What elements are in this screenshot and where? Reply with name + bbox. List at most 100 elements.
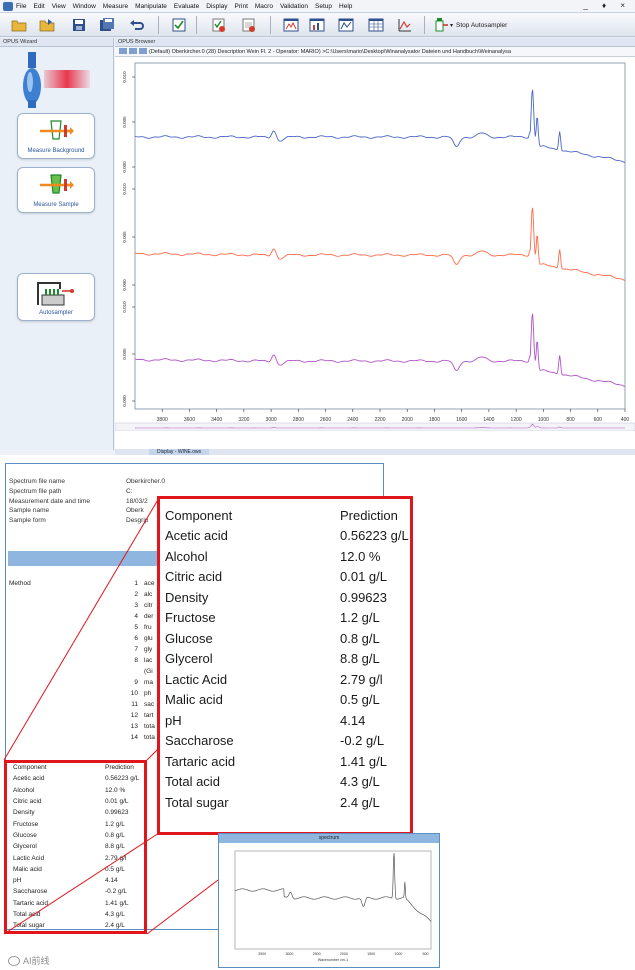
x-tick-label: 1400 bbox=[483, 417, 494, 423]
x-tick-label: 2600 bbox=[320, 417, 331, 423]
menu-print[interactable]: Print bbox=[235, 3, 248, 10]
open-folder-icon[interactable] bbox=[10, 16, 28, 34]
menu-edit[interactable]: Edit bbox=[33, 3, 44, 10]
stop-autosampler-button[interactable]: ▾ Stop Autosampler bbox=[433, 16, 507, 34]
component-name: Citric acid bbox=[165, 569, 223, 585]
menu-view[interactable]: View bbox=[52, 3, 66, 10]
menu-measure[interactable]: Measure bbox=[103, 3, 128, 10]
meta-value: Oberkircher.0 bbox=[126, 478, 166, 485]
prediction-value: 0.99623 bbox=[340, 589, 387, 605]
inset-spectrum-chart: 3500 3000 2500 2000 1500 1000 500 Wavenumber cm… bbox=[234, 850, 432, 962]
method-item: 6 glu bbox=[124, 635, 155, 646]
inset-x-tick-label: 1500 bbox=[367, 952, 375, 956]
meta-label: Sample name bbox=[9, 507, 50, 515]
component-name: Glucose bbox=[165, 630, 213, 646]
menu-display[interactable]: Display bbox=[206, 3, 227, 10]
method-item-text: tota bbox=[144, 723, 155, 730]
tab-display-wine[interactable]: Display - WINE.ows bbox=[149, 449, 210, 455]
spectra-chart[interactable]: 0.010 0.005 0.000 0.010 0.005 0.000 0.010 0.005… bbox=[115, 57, 635, 431]
plot-area bbox=[134, 62, 626, 410]
method-item-number: 8 bbox=[134, 657, 138, 664]
menu-window[interactable]: Window bbox=[73, 3, 96, 10]
method-item: 10 ph bbox=[124, 690, 155, 701]
method-item-number: 11 bbox=[131, 701, 138, 708]
component-name: Density bbox=[165, 589, 209, 605]
table-view-icon[interactable] bbox=[367, 16, 385, 34]
overview-strip[interactable] bbox=[115, 422, 635, 431]
large-table-row: pH 4.14 bbox=[165, 710, 409, 731]
large-table-row: Acetic acid 0.56223 g/L bbox=[165, 526, 409, 547]
prediction-value: 2.4 g/L bbox=[340, 794, 380, 810]
evaluate-icon[interactable] bbox=[210, 16, 228, 34]
prediction-table-enlarged: Component Prediction Acetic acid 0.56223 g/… bbox=[157, 496, 413, 835]
load-file-icon[interactable] bbox=[38, 16, 56, 34]
spectrometer-logo-icon bbox=[23, 52, 90, 108]
chart-view-icon[interactable] bbox=[308, 16, 326, 34]
save-icon[interactable] bbox=[70, 16, 88, 34]
document-tab-bar: Display - WINE.ows bbox=[115, 449, 635, 455]
menu-macro[interactable]: Macro bbox=[255, 3, 273, 10]
method-item-number: 10 bbox=[130, 690, 138, 697]
method-item-number: 7 bbox=[134, 646, 138, 653]
inset-x-tick-label: 2000 bbox=[340, 952, 348, 956]
stop-autosampler-label: Stop Autosampler bbox=[456, 21, 508, 29]
inset-x-tick-label: 1000 bbox=[394, 952, 402, 956]
report-icon[interactable] bbox=[240, 16, 258, 34]
method-item-text: fru bbox=[144, 624, 152, 631]
toolbar-separator bbox=[270, 16, 271, 34]
menu-evaluate[interactable]: Evaluate bbox=[174, 3, 199, 10]
component-name: Component bbox=[165, 507, 233, 523]
menu-file[interactable]: File bbox=[16, 3, 26, 10]
prediction-value: 0.5 g/L bbox=[340, 692, 380, 708]
method-item-text: lac bbox=[144, 657, 153, 664]
meta-label: Measurement date and time bbox=[9, 497, 90, 505]
method-item-text: sac bbox=[144, 701, 155, 708]
large-table-row: Glycerol 8.8 g/L bbox=[165, 649, 409, 670]
method-item: (Gi bbox=[124, 668, 155, 679]
window-controls[interactable]: _ ♦ × bbox=[583, 1, 631, 10]
method-item-text: ph bbox=[144, 690, 152, 697]
report-meta-labels: Spectrum file name Spectrum file path Me… bbox=[9, 478, 90, 527]
method-item-number: 5 bbox=[134, 624, 138, 631]
method-item-number: 4 bbox=[134, 613, 138, 620]
autosampler-button[interactable]: Autosampler bbox=[17, 273, 95, 321]
component-name: Glycerol bbox=[165, 651, 213, 667]
menu-setup[interactable]: Setup bbox=[315, 3, 332, 10]
x-tick-label: 1600 bbox=[456, 417, 467, 423]
save-as-icon[interactable] bbox=[98, 16, 116, 34]
toolbar-separator bbox=[424, 16, 425, 34]
method-item: 4 der bbox=[124, 613, 155, 624]
large-table-row: Tartaric acid 1.41 g/L bbox=[165, 751, 409, 772]
prediction-table-large: Component Prediction Acetic acid 0.56223 g/… bbox=[165, 505, 409, 813]
measure-sample-button[interactable]: Measure Sample bbox=[17, 167, 95, 213]
file-icon bbox=[139, 48, 147, 54]
measure-background-button[interactable]: Measure Background bbox=[17, 113, 95, 159]
spectrum-view-icon[interactable] bbox=[282, 16, 300, 34]
x-tick-label: 2800 bbox=[293, 417, 304, 423]
x-tick-label: 3200 bbox=[238, 417, 249, 423]
prediction-value: 4.14 bbox=[340, 712, 366, 728]
large-table-row: Saccharose -0.2 g/L bbox=[165, 731, 409, 752]
menu-help[interactable]: Help bbox=[339, 3, 352, 10]
inset-title: spectrum bbox=[219, 834, 439, 843]
peak-pick-icon[interactable] bbox=[396, 16, 414, 34]
spectrum-path-bar: (Default) Oberkircher.0 (28) Description… bbox=[115, 47, 635, 57]
browser-title: OPUS Browser bbox=[115, 38, 635, 47]
toolbar-separator bbox=[158, 16, 159, 34]
x-tick-label: 600 bbox=[594, 417, 603, 423]
large-table-row: Alcohol 12.0 % bbox=[165, 546, 409, 567]
component-name: Total sugar bbox=[165, 794, 229, 810]
measure-checklist-icon[interactable] bbox=[170, 16, 188, 34]
toolbar-separator bbox=[196, 16, 197, 34]
menu-validation[interactable]: Validation bbox=[280, 3, 308, 10]
y-tick-label: 0.005 bbox=[122, 231, 127, 243]
method-item: 8 lac bbox=[124, 657, 155, 668]
watermark-text: AI前线 bbox=[23, 956, 50, 966]
method-item-number bbox=[124, 668, 138, 679]
undo-icon[interactable] bbox=[128, 16, 146, 34]
x-tick-label: 1000 bbox=[538, 417, 549, 423]
menu-manipulate[interactable]: Manipulate bbox=[135, 3, 167, 10]
measure-sample-label: Measure Sample bbox=[33, 202, 79, 208]
overlay-view-icon[interactable] bbox=[337, 16, 355, 34]
component-name: Malic acid bbox=[165, 692, 223, 708]
